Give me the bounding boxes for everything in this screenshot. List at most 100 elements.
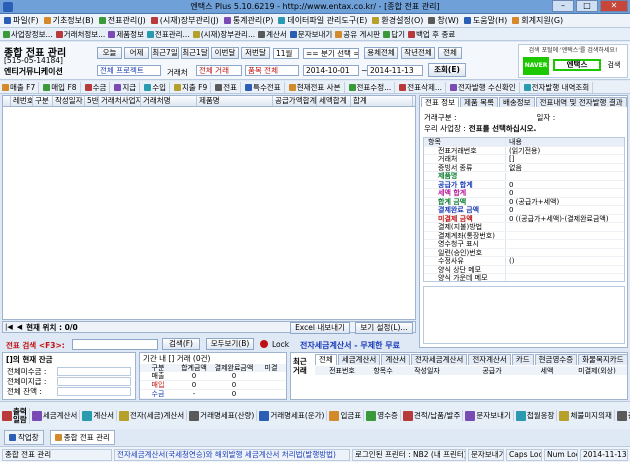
- property-row[interactable]: 양식 상단 메모: [424, 265, 624, 274]
- ad-banner[interactable]: 검색 포털에 '엔택스'를 검색하세요! NAVER 엔택스 검색: [518, 44, 628, 78]
- quick-button[interactable]: 답기: [383, 29, 405, 40]
- action-button[interactable]: 전표삭제...: [399, 81, 447, 93]
- period-button[interactable]: 어제: [124, 47, 149, 59]
- action-button[interactable]: 지급: [114, 81, 141, 93]
- quick-button[interactable]: 백업 후 종료: [408, 29, 455, 40]
- recent-tab[interactable]: 카드: [511, 354, 534, 365]
- view-settings-button[interactable]: 보기 설정(L)...: [355, 322, 413, 334]
- property-row[interactable]: 결제계좌(통장번호): [424, 231, 624, 240]
- period-button[interactable]: 오늘: [97, 47, 122, 59]
- show-all-button[interactable]: 모두보기(B): [206, 338, 254, 350]
- menu-item[interactable]: 데이터파일 관리도구(E): [278, 15, 367, 26]
- quarter-select[interactable]: == 분기 선택 ==: [303, 48, 359, 59]
- print-button[interactable]: 출력 일람: [2, 407, 30, 424]
- notice-link[interactable]: 전자세금계산서 - 무제한 무료: [300, 340, 400, 351]
- quick-button[interactable]: 계산서: [258, 29, 287, 40]
- print-button[interactable]: 영수증: [366, 410, 401, 421]
- quick-button[interactable]: 제품정보: [108, 29, 144, 40]
- property-row[interactable]: 결제완료 금액 0: [424, 206, 624, 215]
- action-button[interactable]: 매입 F8: [43, 81, 81, 93]
- recent-tab[interactable]: 전체: [315, 354, 337, 365]
- period-button[interactable]: 최근7일: [151, 47, 179, 59]
- tab-slip-info[interactable]: 전표내역 및 전자발행 결과: [535, 97, 627, 107]
- grid-column-header[interactable]: 5반/: [85, 96, 99, 106]
- quick-button[interactable]: (시재)장부관리...: [192, 29, 255, 40]
- action-button[interactable]: 수금: [84, 81, 111, 93]
- period-button[interactable]: 최근1달: [181, 47, 209, 59]
- slip-search-button[interactable]: 검색(F): [162, 338, 200, 350]
- print-button[interactable]: 전자(세금)계산서: [119, 410, 188, 421]
- excel-export-button[interactable]: Excel 내보내기: [290, 322, 350, 334]
- print-button[interactable]: 세금계산서: [31, 410, 81, 421]
- action-button[interactable]: 전표수정...: [348, 81, 396, 93]
- menu-item[interactable]: 파일(F): [4, 15, 39, 26]
- date-to-input[interactable]: 2014-11-13: [367, 65, 423, 76]
- grid-column-header[interactable]: 세액합계: [317, 96, 351, 106]
- quick-button[interactable]: 전표관리...: [146, 29, 190, 40]
- grid-column-header[interactable]: 합계: [351, 96, 413, 106]
- menu-item[interactable]: 통계관리(P): [223, 15, 273, 26]
- property-row[interactable]: 공급가 합계 0: [424, 180, 624, 189]
- property-row[interactable]: 전표거래번호 (읽기전용): [424, 146, 624, 155]
- action-button[interactable]: 전표: [215, 81, 242, 93]
- ad-search-button[interactable]: 검색: [603, 59, 625, 71]
- menu-item[interactable]: 기초정보(B): [43, 15, 94, 26]
- action-button[interactable]: 매출 F7: [2, 81, 40, 93]
- tab-slip-info[interactable]: 제품 목록: [459, 97, 498, 107]
- tab-slip-info[interactable]: 배송정보: [498, 97, 535, 107]
- lock-label[interactable]: Lock: [272, 340, 289, 349]
- print-button[interactable]: 계산서: [82, 410, 118, 421]
- recent-tab[interactable]: 전자계산서: [468, 354, 511, 365]
- menu-item[interactable]: (시재)장부관리(J): [150, 15, 219, 26]
- maximize-button[interactable]: □: [576, 0, 598, 12]
- grid-column-header[interactable]: 구분: [33, 96, 53, 106]
- recent-tab[interactable]: 전자세금계산서: [411, 354, 468, 365]
- print-button[interactable]: 관광장부: [616, 410, 630, 421]
- print-button[interactable]: 문자보내기: [465, 410, 514, 421]
- print-button[interactable]: 체불미지의재: [559, 410, 615, 421]
- property-row[interactable]: 영수청구 표시: [424, 240, 624, 249]
- property-row[interactable]: 합계 금액 0 (공급가+세액): [424, 197, 624, 206]
- task-tab[interactable]: 작업창: [4, 429, 44, 445]
- menu-item[interactable]: 회계지원(G): [512, 15, 563, 26]
- status-notice[interactable]: 전자세금계산서(국세청연승)와 해외발행 세금계산서 처리법(발행방법): [114, 449, 350, 461]
- action-button[interactable]: 지출 F9: [174, 81, 212, 93]
- ad-search-box[interactable]: 엔택스: [553, 59, 601, 71]
- search-button[interactable]: 조회(E): [428, 63, 466, 77]
- action-button[interactable]: 현재전표 사본: [288, 81, 345, 93]
- type-select[interactable]: 전체 프로젝트: [97, 65, 161, 76]
- month-select[interactable]: 11월: [273, 48, 299, 59]
- property-row[interactable]: 양식 가운데 메모: [424, 274, 624, 281]
- grid-column-header[interactable]: 작성일자: [53, 96, 85, 106]
- property-row[interactable]: 거래처[]: [424, 155, 624, 164]
- recent-tab[interactable]: 계산서: [381, 354, 411, 365]
- grid-column-header[interactable]: 공급가액합계: [273, 96, 317, 106]
- nav-prev-icon[interactable]: ◀: [15, 323, 24, 331]
- grid-column-header[interactable]: 제품명: [197, 96, 273, 106]
- action-button[interactable]: 수입: [144, 81, 170, 93]
- property-row[interactable]: 제품명: [424, 172, 624, 181]
- date-from-input[interactable]: 2014-10-01: [303, 65, 359, 76]
- partner-select[interactable]: 전체 거래: [196, 65, 242, 76]
- term-button-all[interactable]: 전체: [438, 47, 462, 59]
- grid-column-header[interactable]: 거래처명: [141, 96, 197, 106]
- menu-item[interactable]: 도움말(H): [463, 15, 507, 26]
- print-button[interactable]: 견적/납품/발주: [402, 410, 464, 421]
- print-button[interactable]: 거래명세표(산량): [189, 410, 258, 421]
- property-row[interactable]: 미결제 금액 0 ((공급가+세액)-(결제완료금액): [424, 214, 624, 223]
- period-button[interactable]: 저번달: [241, 47, 270, 59]
- menu-item[interactable]: 환경설정(O): [372, 15, 423, 26]
- task-tab[interactable]: 종합 전표 관리: [49, 429, 115, 445]
- property-row[interactable]: 증빙서 종류 없음: [424, 163, 624, 172]
- grid-column-header[interactable]: [3, 96, 11, 106]
- recent-tab[interactable]: 현금영수증: [534, 354, 578, 365]
- action-button[interactable]: 전자발행 수신확인: [450, 81, 520, 93]
- grid-column-header[interactable]: 레번호: [11, 96, 33, 106]
- slip-search-input[interactable]: [72, 339, 158, 350]
- menu-item[interactable]: 창(W): [428, 15, 459, 26]
- memo-area[interactable]: [423, 286, 625, 344]
- property-row[interactable]: 일련(승인)번호: [424, 248, 624, 257]
- recent-tab[interactable]: 세금계산서: [337, 354, 381, 365]
- slip-grid[interactable]: 레번호구분작성일자5반/거래처사업자거래처명제품명공급가액합계세액합계합계: [2, 95, 416, 320]
- period-button[interactable]: 이번달: [211, 47, 239, 59]
